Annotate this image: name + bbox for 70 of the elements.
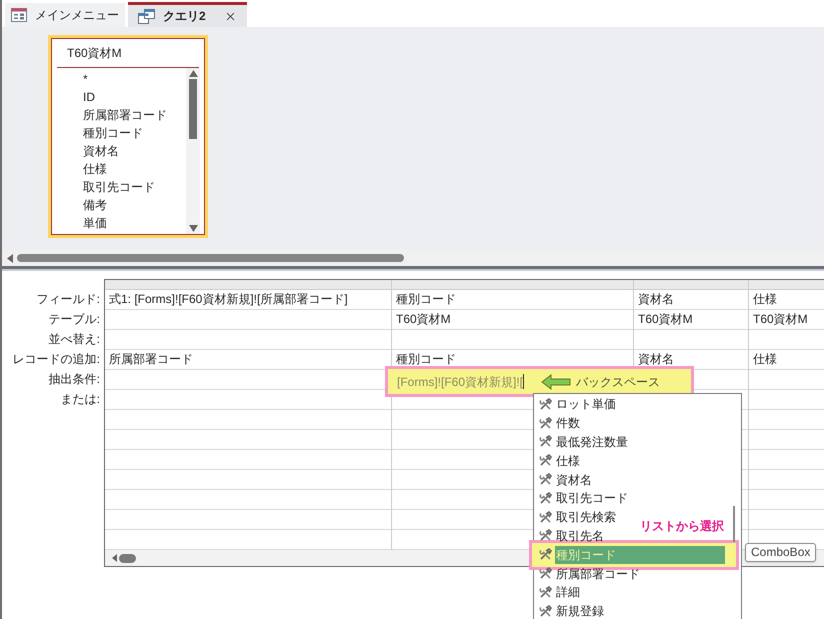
dropdown-item[interactable]: 最低発注数量	[534, 432, 628, 452]
annotation-text: リストから選択	[640, 518, 724, 535]
grid-cell[interactable]: T60資材M	[753, 312, 808, 326]
grid-cell[interactable]: 資材名	[638, 292, 674, 306]
tools-icon	[539, 416, 552, 430]
dropdown-item[interactable]: 仕様	[534, 451, 580, 470]
grid-cell[interactable]: 仕様	[753, 352, 777, 366]
table-title: T60資材M	[67, 45, 122, 62]
tools-icon	[539, 586, 552, 599]
row-label: 抽出条件:	[48, 371, 100, 388]
scrollbar-thumb[interactable]	[119, 554, 136, 562]
field-list-item[interactable]: 単価	[83, 214, 107, 232]
grid-cell[interactable]: T60資材M	[638, 312, 693, 326]
row-label: 並べ替え:	[48, 331, 100, 348]
tools-icon	[539, 604, 552, 618]
field-list-item[interactable]: 種別コード	[83, 124, 143, 142]
tools-icon	[539, 398, 552, 411]
left-arrow-icon	[541, 374, 572, 390]
grid-cell[interactable]: 所属部署コード	[109, 352, 193, 366]
field-list-item[interactable]: ID	[83, 88, 95, 106]
tools-icon	[539, 492, 552, 505]
dropdown-item[interactable]: 資材名	[534, 470, 592, 489]
scrollbar-thumb[interactable]	[189, 79, 197, 139]
tooltip: ComboBox	[745, 543, 816, 562]
grid-cell[interactable]: 種別コード	[396, 352, 456, 366]
document-tab[interactable]: クエリ2	[128, 2, 247, 27]
field-list-item[interactable]: 備考	[83, 196, 107, 214]
scrollbar-thumb[interactable]	[17, 254, 404, 262]
tools-icon	[539, 567, 552, 580]
tools-icon	[539, 548, 552, 562]
document-tab[interactable]: メインメニュー	[5, 3, 125, 27]
vertical-scrollbar[interactable]	[186, 68, 200, 234]
scrollbar-thumb[interactable]	[733, 506, 735, 542]
pane-splitter[interactable]	[2, 266, 824, 271]
dropdown-item[interactable]: 取引先検索	[534, 508, 616, 527]
form-icon	[11, 8, 27, 22]
field-list-item[interactable]: 仕様	[83, 160, 107, 178]
field-list-item[interactable]: 取引先コード	[83, 178, 155, 196]
annotation-text: バックスペース	[576, 374, 660, 390]
dropdown-item[interactable]: 詳細	[534, 582, 580, 602]
horizontal-scrollbar[interactable]	[2, 250, 824, 266]
tools-icon	[539, 435, 552, 448]
scroll-left-icon[interactable]	[7, 254, 13, 262]
grid-cell[interactable]: 種別コード	[396, 292, 456, 306]
dropdown-item[interactable]: ロット単価	[534, 395, 616, 414]
field-list-item[interactable]: *	[83, 70, 88, 88]
tools-icon	[539, 529, 552, 542]
field-list-item[interactable]: 所属部署コード	[83, 106, 167, 124]
text-cursor	[523, 374, 524, 389]
grid-cell[interactable]: 仕様	[753, 292, 777, 306]
row-label: テーブル:	[48, 311, 100, 328]
tools-icon	[539, 473, 552, 486]
row-label: レコードの追加:	[12, 351, 100, 368]
row-label: フィールド:	[36, 291, 100, 308]
dropdown-item[interactable]: 所属部署コード	[534, 564, 640, 583]
scroll-up-icon[interactable]	[188, 70, 198, 77]
grid-cell[interactable]: T60資材M	[396, 312, 451, 326]
dropdown-item[interactable]: 取引先名	[534, 526, 604, 546]
dropdown-item[interactable]: 件数	[534, 414, 580, 433]
query-icon	[138, 8, 155, 24]
scroll-down-icon[interactable]	[188, 225, 198, 232]
dropdown-item[interactable]: 新規登録	[534, 602, 604, 619]
grid-cell[interactable]: 資材名	[638, 352, 674, 366]
grid-cell[interactable]: 式1: [Forms]![F60資材新規]![所属部署コード]	[109, 292, 348, 306]
row-label: または:	[60, 391, 100, 408]
tools-icon	[539, 510, 552, 524]
dropdown-item[interactable]: 取引先コード	[534, 488, 628, 508]
field-list-item[interactable]: 資材名	[83, 142, 119, 160]
tools-icon	[539, 454, 552, 468]
scroll-left-icon[interactable]	[112, 554, 117, 562]
